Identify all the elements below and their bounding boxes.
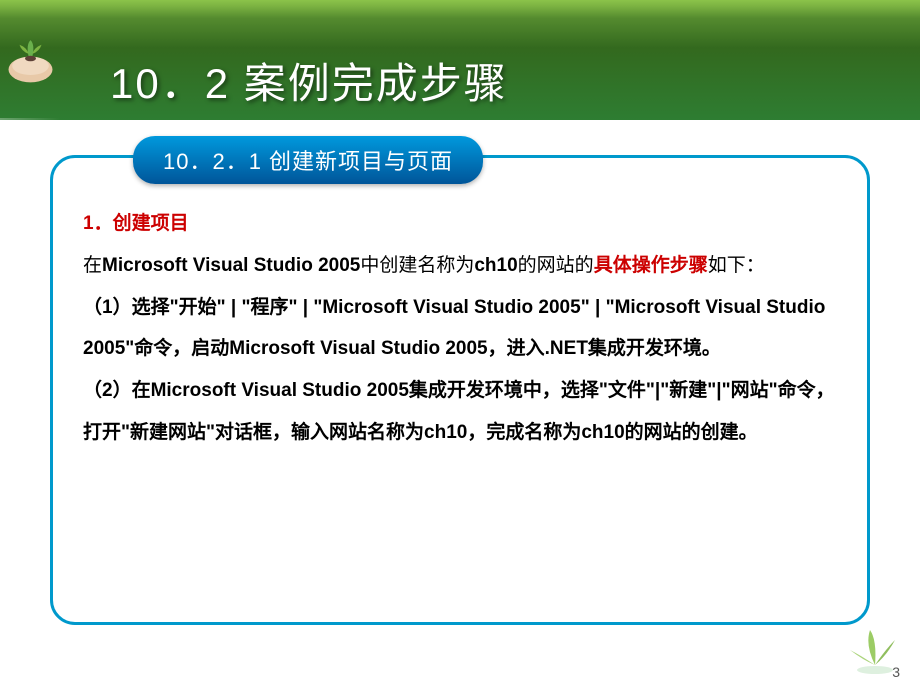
s2-bold-2: ch10 [424,422,467,443]
s2-text-3: ，完成名称为 [467,422,581,443]
s2-bold-3: ch10 [581,422,624,443]
banner-stripe [0,118,60,128]
s2-bold-1: Microsoft Visual Studio 2005 [151,380,409,401]
s1-text-4: ，进入 [488,338,545,359]
s2-text-1: （2）在 [83,380,151,401]
p1-text-4: 如下： [708,255,765,276]
hand-plant-icon [0,28,60,88]
s1-bold-4: .NET [545,338,588,359]
p1-text-2: 中创建名称为 [360,255,474,276]
content-frame: 10．2．1 创建新项目与页面 1．创建项目 在Microsoft Visual… [50,155,870,625]
p1-bold-2: ch10 [474,255,517,276]
s1-text-5: 集成开发环境。 [588,338,721,359]
s1-bold-1: Microsoft Visual Studio 2005 [322,297,580,318]
s1-text-3: "命令，启动 [125,338,229,359]
s2-text-4: 的网站的创建。 [625,422,758,443]
p1-text-3: 的网站的 [518,255,594,276]
s1-text-2: " | " [581,297,615,318]
plant-decoration-icon [835,615,915,675]
s1-bold-3: Microsoft Visual Studio 2005 [229,338,487,359]
top-banner: 10．2 案例完成步骤 [0,0,920,120]
p1-bold-1: Microsoft Visual Studio 2005 [102,255,360,276]
p1-red: 具体操作步骤 [594,255,708,276]
subsection-pill: 10．2．1 创建新项目与页面 [133,136,483,184]
section-title: 10．2 案例完成步骤 [110,50,508,111]
p1-text: 在 [83,255,102,276]
s1-text-1: （1）选择"开始" | "程序" | " [83,297,322,318]
document-body: 1．创建项目 在Microsoft Visual Studio 2005中创建名… [83,203,837,454]
heading-text: 创建项目 [113,213,189,234]
heading-number: 1． [83,213,113,234]
page-number: 3 [892,664,900,680]
